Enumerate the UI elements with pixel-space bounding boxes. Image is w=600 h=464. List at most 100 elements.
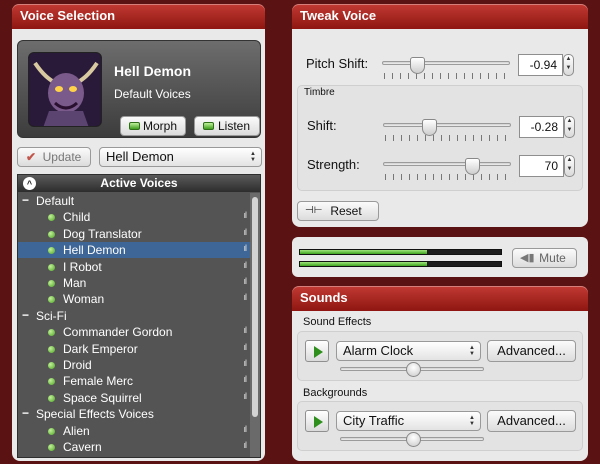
morph-button[interactable]: Morph (120, 116, 186, 136)
strength-ticks (385, 174, 509, 180)
background-volume-knob[interactable] (405, 432, 421, 447)
voice-list-item[interactable]: Hell Demon ıl (18, 242, 250, 259)
active-status-dot (48, 394, 55, 402)
collapse-icon[interactable]: ^ (23, 177, 36, 190)
shift-stepper[interactable]: ▲ ▼ (564, 116, 575, 138)
tweak-voice-title: Tweak Voice (300, 8, 377, 23)
strength-value[interactable]: 70 (519, 155, 564, 177)
background-advanced-button[interactable]: Advanced... (487, 410, 576, 432)
background-value: City Traffic (343, 413, 405, 428)
updown-arrows-icon: ▲ ▼ (250, 151, 256, 163)
voice-list-item[interactable]: Cavern ıl (18, 439, 250, 455)
sounds-tab: Sounds (292, 286, 588, 311)
voice-category[interactable]: − Special Effects Voices (18, 406, 250, 422)
voice-dropdown[interactable]: Hell Demon ▲ ▼ (99, 147, 262, 167)
background-play-button[interactable] (305, 410, 329, 432)
voice-list-item[interactable]: Female Merc ıl (18, 373, 250, 389)
backgrounds-title: Backgrounds (303, 387, 368, 399)
collapse-toggle-icon[interactable]: − (22, 406, 29, 420)
signal-icon: ıl (243, 440, 247, 450)
voice-list-item-label: Man (63, 276, 87, 290)
voice-list-item[interactable]: Droid ıl (18, 357, 250, 373)
voice-list-item[interactable]: Space Squirrel ıl (18, 390, 250, 406)
voice-list-item[interactable]: Man ıl (18, 275, 250, 291)
voice-category[interactable]: − Sci-Fi (18, 308, 250, 324)
voice-category[interactable]: − Default (18, 193, 250, 209)
signal-icon: ıl (243, 226, 247, 237)
pitch-shift-knob[interactable] (410, 57, 426, 74)
voice-list-item-label: Cavern (63, 440, 102, 454)
update-button[interactable]: ✔ Update (17, 147, 91, 167)
voice-category-label: Default (36, 194, 75, 208)
shift-knob[interactable] (421, 119, 437, 136)
voice-list-item[interactable]: Dog Translator ıl (18, 226, 250, 242)
shift-value[interactable]: -0.28 (519, 116, 564, 138)
timbre-title: Timbre (304, 87, 335, 98)
meter-fill-bottom (300, 262, 427, 266)
pitch-shift-label: Pitch Shift: (306, 56, 369, 71)
voice-category-label: Sci-Fi (36, 308, 67, 323)
active-status-dot (48, 329, 55, 337)
background-dropdown[interactable]: City Traffic ▲ ▼ (336, 411, 481, 431)
active-voices-list: ^ Active Voices − Default Child ıl Dog Trans… (17, 174, 261, 458)
voice-list-item-label: Female Merc (63, 374, 134, 389)
signal-icon: ıl (243, 259, 247, 270)
active-status-dot (48, 230, 55, 238)
voice-list-item[interactable]: Alien ıl (18, 423, 250, 439)
voice-list-item-label: Hell Demon (63, 243, 126, 258)
collapse-toggle-icon[interactable]: − (22, 308, 29, 322)
reset-button[interactable]: ⊣⊢ Reset (297, 201, 379, 221)
sound-effects-group: Alarm Clock ▲ ▼ Advanced... (297, 331, 583, 381)
speaker-icon: ◀▮ (520, 252, 535, 264)
pitch-shift-ticks (384, 73, 508, 79)
sound-effect-value: Alarm Clock (343, 343, 414, 358)
sound-effects-title: Sound Effects (303, 316, 372, 328)
shift-track[interactable] (383, 123, 511, 127)
signal-icon: ıl (243, 358, 247, 368)
reset-icon: ⊣⊢ (305, 205, 323, 216)
voice-category-label: Special Effects Voices (36, 407, 154, 422)
strength-stepper[interactable]: ▲ ▼ (564, 155, 575, 177)
listen-led-icon (203, 122, 214, 130)
voice-list-item[interactable]: I Robot ıl (18, 259, 250, 275)
active-status-dot (48, 362, 55, 369)
shift-label: Shift: (307, 118, 337, 133)
pitch-shift-stepper[interactable]: ▲ ▼ (563, 54, 574, 76)
tweak-voice-panel: Pitch Shift: -0.94 ▲ ▼ Timbre Shift: -0.2… (292, 29, 588, 227)
tweak-voice-tab: Tweak Voice (292, 4, 588, 29)
active-status-dot (48, 263, 55, 271)
signal-icon: ıl (243, 390, 247, 401)
active-status-dot (48, 280, 55, 287)
background-advanced-label: Advanced... (497, 413, 566, 428)
voice-pack: Default Voices (114, 87, 191, 101)
strength-knob[interactable] (465, 158, 481, 175)
scrollbar-thumb[interactable] (252, 197, 258, 417)
sound-effect-volume-knob[interactable] (405, 362, 421, 377)
active-status-dot (48, 296, 55, 304)
meter-track-bottom (299, 261, 502, 267)
voice-list-item[interactable]: Commander Gordon ıl (18, 324, 250, 340)
sound-effect-play-button[interactable] (305, 340, 329, 362)
active-voices-header: ^ Active Voices (18, 175, 260, 192)
sound-effect-dropdown[interactable]: Alarm Clock ▲ ▼ (336, 341, 481, 361)
sound-effect-advanced-label: Advanced... (497, 343, 566, 358)
signal-icon: ıl (243, 423, 247, 434)
collapse-toggle-icon[interactable]: − (22, 193, 29, 207)
updown-arrows-icon: ▲ ▼ (469, 345, 475, 357)
voice-list-item-label: Woman (63, 292, 105, 307)
voice-list-item-label: Child (63, 210, 91, 225)
sound-effect-advanced-button[interactable]: Advanced... (487, 340, 576, 362)
voice-list-item-label: Commander Gordon (63, 325, 173, 340)
voice-list-item[interactable]: Woman ıl (18, 291, 250, 307)
strength-track[interactable] (383, 162, 511, 166)
meter-track-top (299, 249, 502, 255)
listen-button[interactable]: Listen (194, 116, 260, 136)
list-scrollbar[interactable] (250, 193, 260, 457)
voice-list-item[interactable]: Dark Emperor ıl (18, 341, 250, 357)
pitch-shift-track[interactable] (382, 61, 510, 65)
active-status-dot (48, 378, 55, 386)
voice-list-item[interactable]: Child ıl (18, 209, 250, 225)
mute-button[interactable]: ◀▮ Mute (512, 248, 577, 268)
pitch-shift-value[interactable]: -0.94 (518, 54, 563, 76)
signal-icon: ıl (243, 341, 247, 352)
